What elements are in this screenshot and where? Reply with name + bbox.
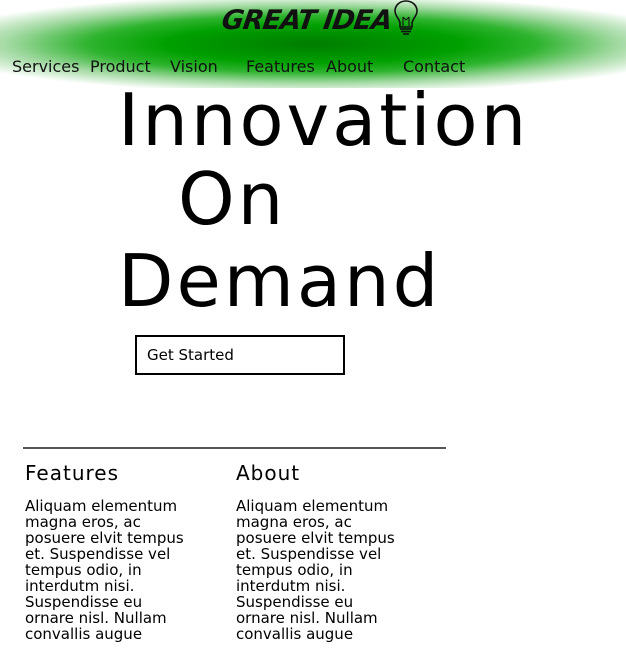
nav-product[interactable]: Product [90,57,151,77]
nav-vision[interactable]: Vision [170,57,218,77]
logo-text: GREAT IDEA [219,4,394,36]
nav-about[interactable]: About [326,57,373,77]
hero-line-3: Demand [118,239,442,323]
hero-line-1: Innovation [118,78,530,162]
logo[interactable]: GREAT IDEA [219,0,419,40]
features-heading: Features [25,461,119,485]
hero-line-2: On [178,157,287,241]
site-header: GREAT IDEA Services Product Vision Featu… [0,0,626,88]
nav-features[interactable]: Features [246,57,315,77]
get-started-button[interactable]: Get Started [135,335,345,375]
nav-contact[interactable]: Contact [403,57,465,77]
lightbulb-icon [394,0,419,35]
about-heading: About [236,461,301,485]
page: GREAT IDEA Services Product Vision Featu… [0,0,626,648]
section-divider [23,447,446,449]
features-body: Aliquam elementum magna eros, ac posuere… [25,497,184,643]
about-body: Aliquam elementum magna eros, ac posuere… [236,497,395,643]
nav-services[interactable]: Services [12,57,79,77]
